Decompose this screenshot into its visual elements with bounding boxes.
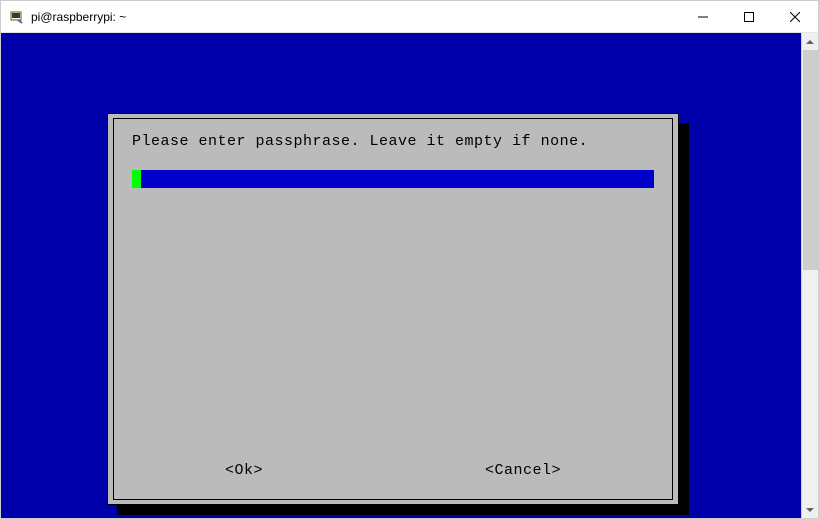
ok-button[interactable]: <Ok>	[225, 462, 263, 479]
passphrase-input[interactable]	[132, 170, 654, 188]
putty-icon	[9, 9, 25, 25]
scroll-up-button[interactable]	[802, 33, 818, 50]
chevron-up-icon	[806, 40, 814, 44]
passphrase-dialog: Please enter passphrase. Leave it empty …	[107, 113, 679, 505]
window-title: pi@raspberrypi: ~	[31, 10, 680, 24]
titlebar: pi@raspberrypi: ~	[1, 1, 818, 33]
dialog-prompt: Please enter passphrase. Leave it empty …	[132, 133, 654, 150]
window-controls	[680, 1, 818, 32]
close-button[interactable]	[772, 1, 818, 32]
dialog-inner: Please enter passphrase. Leave it empty …	[113, 118, 673, 500]
minimize-button[interactable]	[680, 1, 726, 32]
content-area: Please enter passphrase. Leave it empty …	[1, 33, 818, 518]
maximize-button[interactable]	[726, 1, 772, 32]
text-cursor	[132, 170, 141, 188]
scroll-down-button[interactable]	[802, 501, 818, 518]
scrollbar-thumb[interactable]	[803, 50, 818, 270]
cancel-button[interactable]: <Cancel>	[485, 462, 561, 479]
application-window: pi@raspberrypi: ~ Please enter passphras…	[0, 0, 819, 519]
chevron-down-icon	[806, 508, 814, 512]
dialog-buttons: <Ok> <Cancel>	[114, 462, 672, 479]
vertical-scrollbar[interactable]	[801, 33, 818, 518]
terminal[interactable]: Please enter passphrase. Leave it empty …	[1, 33, 801, 518]
